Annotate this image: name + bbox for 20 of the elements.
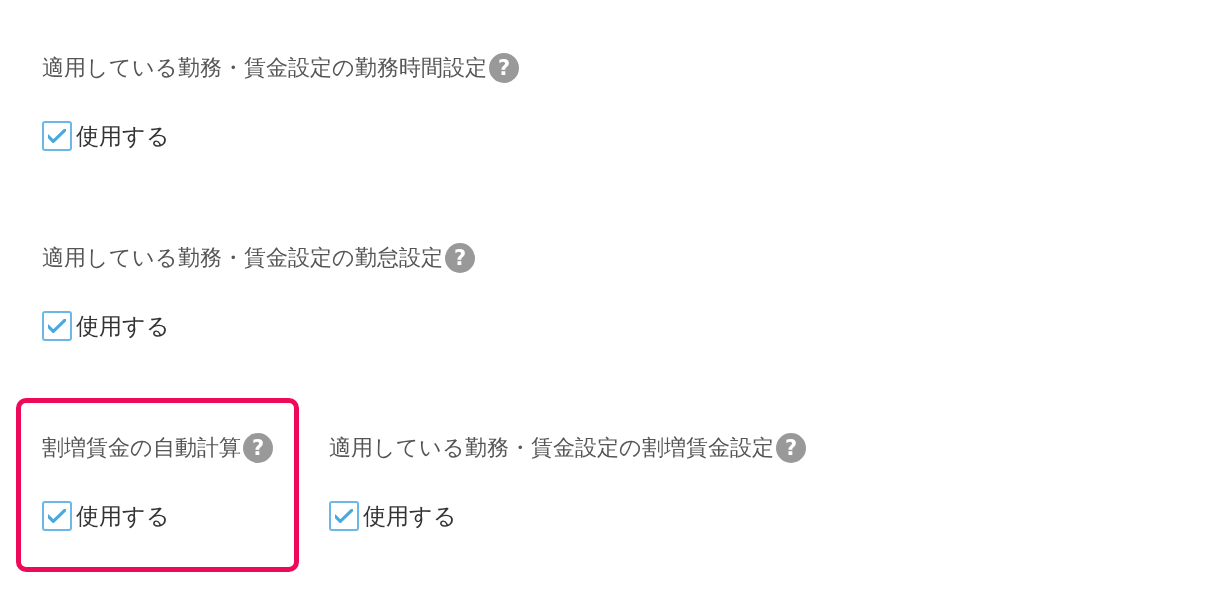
setting-title: 適用している勤務・賃金設定の勤怠設定 — [42, 244, 443, 272]
checkmark-icon — [335, 509, 353, 523]
checkmark-icon — [48, 319, 66, 333]
checkbox-label: 使用する — [76, 121, 170, 151]
help-icon[interactable]: ? — [489, 53, 519, 83]
checkbox-label: 使用する — [76, 501, 170, 531]
checkmark-icon — [48, 509, 66, 523]
checkbox-label: 使用する — [363, 501, 457, 531]
checkbox[interactable] — [42, 121, 72, 151]
checkbox[interactable] — [42, 311, 72, 341]
setting-title: 適用している勤務・賃金設定の割増賃金設定 — [329, 434, 774, 462]
checkmark-icon — [48, 129, 66, 143]
checkbox-label: 使用する — [76, 311, 170, 341]
help-icon[interactable]: ? — [445, 243, 475, 273]
help-icon[interactable]: ? — [776, 433, 806, 463]
checkbox[interactable] — [42, 501, 72, 531]
setting-title: 適用している勤務・賃金設定の勤務時間設定 — [42, 54, 487, 82]
help-icon[interactable]: ? — [243, 433, 273, 463]
setting-title: 割増賃金の自動計算 — [42, 434, 241, 462]
checkbox[interactable] — [329, 501, 359, 531]
